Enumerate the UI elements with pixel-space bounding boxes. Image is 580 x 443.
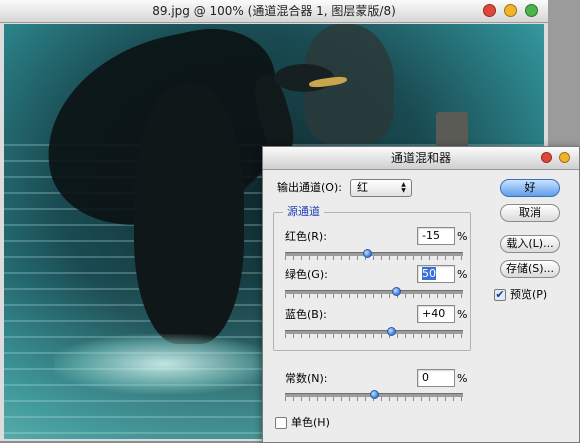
constant-input[interactable]: 0: [417, 369, 455, 387]
load-button[interactable]: 载入(L)...: [500, 235, 560, 253]
monochrome-checkbox[interactable]: [275, 417, 287, 429]
output-channel-select[interactable]: 红 ▲ ▼: [350, 179, 412, 197]
preview-checkbox[interactable]: ✔: [494, 289, 506, 301]
water-splash: [54, 334, 274, 394]
dialog-titlebar[interactable]: 通道混和器: [263, 147, 579, 170]
constant-label: 常数(N):: [285, 372, 328, 385]
channel-mixer-dialog: 通道混和器 输出通道(O): 红 ▲ ▼ 源通道 红色(R): -15 % 绿色…: [262, 146, 580, 443]
blue-slider-ticks: [285, 334, 463, 338]
red-value: -15: [422, 229, 440, 242]
cancel-button[interactable]: 取消: [500, 204, 560, 222]
dialog-title: 通道混和器: [390, 151, 451, 165]
bird-body: [134, 84, 244, 344]
green-slider-ticks: [285, 294, 463, 298]
source-channels-title: 源通道: [283, 205, 324, 219]
arrow-down-icon: ▼: [401, 187, 406, 194]
green-input[interactable]: 50: [417, 265, 455, 283]
output-channel-label: 输出通道(O):: [277, 181, 342, 194]
preview-label: 预览(P): [510, 288, 548, 301]
ok-button[interactable]: 好: [500, 179, 560, 197]
green-slider-thumb[interactable]: [391, 287, 401, 296]
document-titlebar[interactable]: 89.jpg @ 100% (通道混合器 1, 图层蒙版/8): [0, 0, 548, 23]
select-arrows-icon: ▲ ▼: [399, 182, 408, 194]
check-icon: ✔: [495, 288, 505, 301]
output-channel-value: 红: [357, 181, 368, 194]
constant-unit: %: [457, 372, 468, 385]
green-unit: %: [457, 268, 468, 281]
save-button[interactable]: 存储(S)...: [500, 260, 560, 278]
red-input[interactable]: -15: [417, 227, 455, 245]
blue-label: 蓝色(B):: [285, 308, 327, 321]
red-slider-ticks: [285, 256, 463, 260]
blue-value: +40: [422, 307, 446, 320]
blue-unit: %: [457, 308, 468, 321]
red-unit: %: [457, 230, 468, 243]
document-title: 89.jpg @ 100% (通道混合器 1, 图层蒙版/8): [152, 4, 396, 18]
constant-slider-thumb[interactable]: [369, 390, 379, 399]
red-slider-thumb[interactable]: [362, 249, 372, 258]
blue-input[interactable]: +40: [417, 305, 455, 323]
monochrome-label: 单色(H): [291, 416, 330, 429]
red-label: 红色(R):: [285, 230, 327, 243]
constant-value: 0: [422, 371, 429, 384]
green-value: 50: [422, 267, 436, 280]
green-label: 绿色(G):: [285, 268, 328, 281]
